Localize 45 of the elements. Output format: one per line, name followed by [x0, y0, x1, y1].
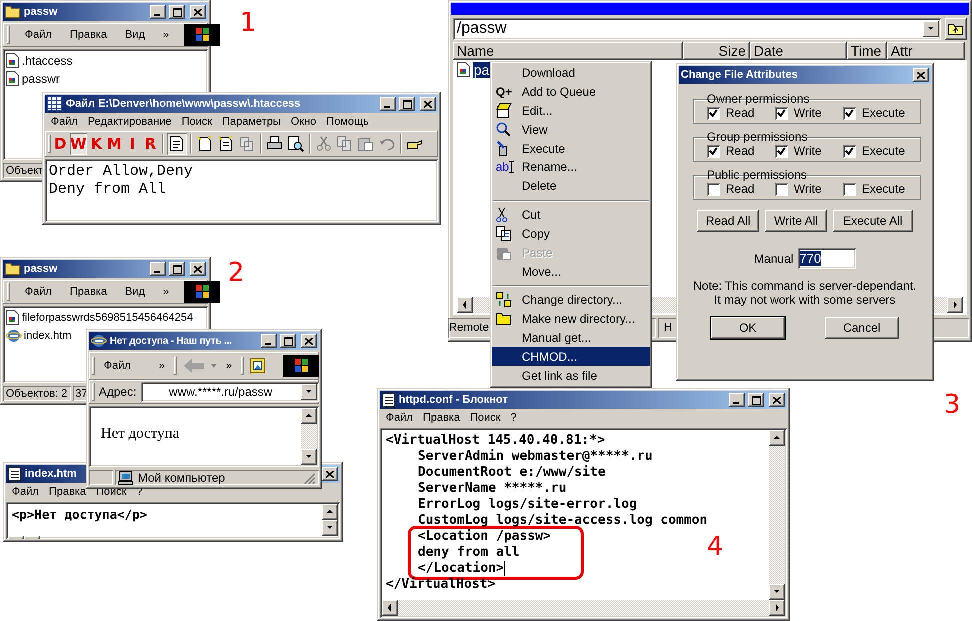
checkbox-label: Write	[794, 144, 822, 158]
manual-label: Manual	[754, 252, 794, 266]
step-number: 4	[707, 532, 724, 562]
code-line: deny from all	[418, 545, 520, 560]
code-line: <p>Нет доступа</p>	[11, 506, 148, 524]
checkbox-label: Read	[726, 182, 755, 196]
checkbox-label: Read	[726, 106, 755, 120]
page-text: Нет доступа	[100, 425, 181, 444]
checkbox-label: Execute	[862, 106, 906, 120]
checkbox-label: Write	[794, 182, 822, 196]
checkbox-label: Read	[726, 144, 755, 158]
code-line: ErrorLog logs/site-error.log	[418, 497, 638, 512]
code-line: ServerAdmin webmaster@*****.ru	[418, 449, 653, 464]
note-text: Note: This command is server-dependant. It may not work with some servers	[693, 279, 917, 307]
code-line: <VirtualHost 145.40.40.81:*>	[386, 433, 606, 448]
code-line: </VirtualHost>	[386, 577, 496, 592]
window-title: Change File Attributes	[681, 69, 798, 81]
menu-glyph: ab	[496, 160, 510, 174]
status-panel: Объектов: 2	[3, 386, 71, 401]
zone-label: Мой компьютер	[138, 470, 226, 484]
code-line: CustomLog logs/site-access.log common	[418, 513, 708, 528]
code-line: Order Allow,Deny	[49, 163, 194, 181]
code-line: </Location>	[418, 561, 504, 576]
window-title: index.htm	[25, 468, 77, 480]
checkbox-label: Execute	[862, 144, 906, 158]
window-title: Файл E:\Denver\home\www\passw\.htaccess	[66, 98, 301, 110]
step-number: 1	[240, 8, 257, 38]
window-title: Нет доступа - Наш путь ...	[110, 336, 232, 346]
window-title: passw	[24, 263, 58, 275]
menu-glyph: Q+	[496, 85, 512, 100]
window-title: passw	[24, 6, 58, 18]
group-title: Group permissions	[706, 130, 809, 144]
code-line: ServerName *****.ru	[418, 481, 567, 496]
checkbox-label: Write	[794, 106, 822, 120]
status-panel: Объект	[3, 163, 46, 178]
step-number: 3	[944, 390, 961, 420]
address-label: Адрес:	[99, 385, 137, 399]
group-title: Owner permissions	[706, 92, 811, 106]
window-title: httpd.conf - Блокнот	[399, 394, 508, 406]
code-line: Deny from All	[49, 181, 168, 199]
code-line: DocumentRoot e:/www/site	[418, 465, 606, 480]
code-line: <Location /passw>	[418, 529, 552, 544]
group-title: Public permissions	[706, 168, 808, 182]
step-number: 2	[228, 258, 245, 288]
checkbox-label: Execute	[862, 182, 906, 196]
